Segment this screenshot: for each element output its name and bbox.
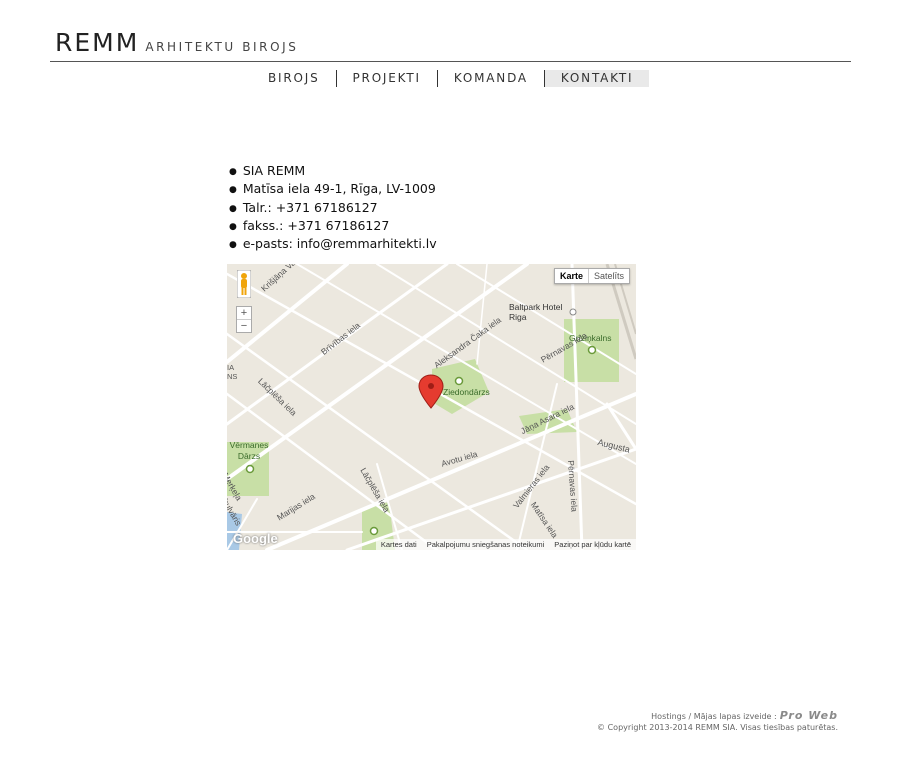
header-divider: [50, 61, 851, 62]
map-terms-link[interactable]: Pakalpojumu sniegšanas noteikumi: [422, 539, 550, 550]
footer-copyright: © Copyright 2013-2014 REMM SIA. Visas ti…: [597, 723, 838, 732]
map-type-karte-button[interactable]: Karte: [555, 269, 589, 283]
map-report-error-link[interactable]: Paziņot par kļūdu kartē: [549, 539, 636, 550]
email-link[interactable]: e-pasts: info@remmarhitekti.lv: [243, 236, 437, 251]
contact-company: SIA REMM: [229, 163, 437, 181]
map-label-vermanes: Vērmanes Dārzs: [229, 440, 269, 461]
footer: Hostings / Mājas lapas izveide : Pro Web …: [597, 710, 838, 733]
nav-item-projekti[interactable]: PROJEKTI: [337, 70, 438, 87]
map-label-baltpark: Baltpark Hotel Riga: [509, 302, 563, 322]
google-logo[interactable]: Google: [233, 531, 278, 546]
contact-email: e-pasts: info@remmarhitekti.lv: [229, 236, 437, 254]
map-type-control: Karte Satelīts: [553, 268, 630, 284]
contact-phone: Talr.: +371 67186127: [229, 200, 437, 218]
logo-subtitle: ARHITEKTU BIROJS: [145, 40, 299, 54]
nav-item-kontakti[interactable]: KONTAKTI: [544, 70, 650, 87]
zoom-out-button[interactable]: −: [237, 320, 251, 332]
map-label-edge: IA NS: [227, 363, 238, 381]
zoom-control: + −: [236, 306, 252, 333]
map-attribution-bar: Kartes dati Pakalpojumu sniegšanas notei…: [375, 539, 636, 550]
map-type-satelits-button[interactable]: Satelīts: [589, 269, 629, 283]
nav-item-komanda[interactable]: KOMANDA: [438, 70, 545, 87]
main-nav: BIROJS PROJEKTI KOMANDA KONTAKTI: [252, 70, 650, 87]
street-view-pegman-icon[interactable]: [237, 270, 251, 298]
zoom-in-button[interactable]: +: [237, 307, 251, 320]
logo-title: REMM: [55, 28, 140, 57]
contact-list: SIA REMM Matīsa iela 49-1, Rīga, LV-1009…: [229, 163, 437, 254]
map-label-ziedondarzs: Ziedondārzs: [443, 387, 490, 397]
contact-address: Matīsa iela 49-1, Rīga, LV-1009: [229, 181, 437, 199]
footer-hosting-text: Hostings / Mājas lapas izveide :: [651, 712, 777, 721]
logo[interactable]: REMM ARHITEKTU BIROJS: [55, 28, 299, 57]
footer-line-1: Hostings / Mājas lapas izveide : Pro Web: [597, 710, 838, 722]
contact-fax: fakss.: +371 67186127: [229, 218, 437, 236]
nav-item-birojs[interactable]: BIROJS: [252, 70, 337, 87]
map-embed[interactable]: + − Karte Satelīts Krišjāņa Valdem... Br…: [227, 264, 636, 550]
proweb-logo-link[interactable]: Pro Web: [780, 709, 838, 722]
map-data-link[interactable]: Kartes dati: [376, 539, 422, 550]
